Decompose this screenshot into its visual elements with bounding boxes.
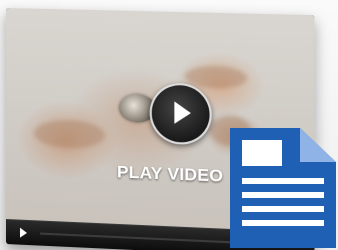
- document-image-block: [242, 140, 282, 166]
- document-icon: [230, 128, 336, 248]
- play-video-button[interactable]: [149, 82, 212, 146]
- document-line: [242, 220, 324, 226]
- document-fold: [300, 128, 336, 162]
- document-line: [242, 192, 324, 198]
- document-line: [242, 206, 324, 212]
- play-icon: [174, 101, 191, 125]
- screenshot-stage: PLAY VIDEO: [0, 0, 338, 250]
- play-video-label[interactable]: PLAY VIDEO: [117, 162, 223, 186]
- control-play-icon[interactable]: [19, 227, 27, 238]
- hand-shadow: [34, 118, 105, 150]
- document-line: [242, 178, 324, 184]
